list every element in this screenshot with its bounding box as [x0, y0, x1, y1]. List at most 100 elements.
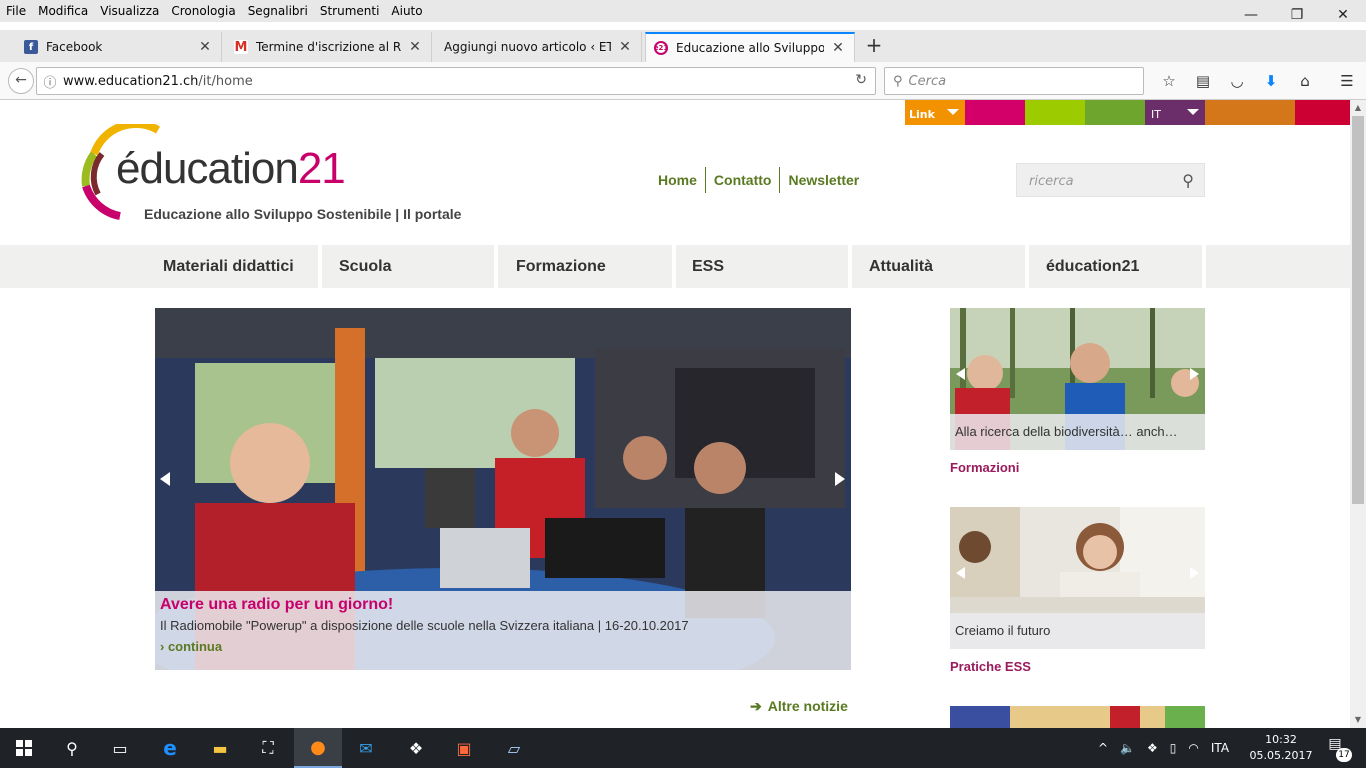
firefox-icon[interactable]: ●: [294, 728, 342, 768]
hamburger-menu-icon[interactable]: ☰: [1330, 70, 1364, 92]
pocket-icon[interactable]: ◡: [1220, 70, 1254, 92]
close-tab-icon[interactable]: ✕: [830, 40, 846, 56]
site-search-placeholder: ricerca: [1029, 174, 1074, 189]
close-tab-icon[interactable]: ✕: [407, 39, 423, 55]
tab-gmail[interactable]: M Termine d'iscrizione al Radio ✕: [226, 32, 432, 62]
bookmark-star-icon[interactable]: ☆: [1152, 70, 1186, 92]
notification-center-icon[interactable]: ▤ 17: [1322, 736, 1352, 762]
altre-notizie-link[interactable]: ➔ Altre notizie: [750, 698, 848, 715]
reload-icon[interactable]: ↻: [855, 72, 867, 88]
side-next-icon[interactable]: [1190, 368, 1199, 380]
side-label-pratiche-ess[interactable]: Pratiche ESS: [950, 659, 1031, 674]
menu-cronologia[interactable]: Cronologia: [165, 4, 241, 18]
hero-slider[interactable]: Avere una radio per un giorno! Il Radiom…: [155, 308, 851, 670]
dropbox-icon[interactable]: ❖: [392, 728, 440, 768]
new-tab-icon[interactable]: +: [862, 34, 886, 58]
home-icon[interactable]: ⌂: [1288, 70, 1322, 92]
side-prev-icon[interactable]: [956, 567, 965, 579]
clock[interactable]: 10:32 05.05.2017: [1248, 732, 1314, 764]
color-tab-red[interactable]: [1295, 100, 1350, 125]
search-icon[interactable]: ⚲: [48, 728, 96, 768]
chevron-up-icon[interactable]: ^: [1098, 741, 1108, 755]
side-card-caption: Alla ricerca della biodiversità… anch…: [950, 414, 1205, 450]
menu-modifica[interactable]: Modifica: [32, 4, 94, 18]
color-tab-orange[interactable]: [1205, 100, 1295, 125]
hero-continue-link[interactable]: › continua: [160, 639, 846, 654]
altre-notizie-label: Altre notizie: [767, 698, 848, 714]
nav-ess[interactable]: ESS: [684, 245, 848, 288]
window-controls: — ❐ ✕: [1228, 0, 1366, 30]
side-card-pratiche-ess[interactable]: Creiamo il futuro: [950, 507, 1205, 649]
link-dropdown[interactable]: Link: [905, 100, 965, 125]
file-explorer-icon[interactable]: ▬: [196, 728, 244, 768]
language-indicator[interactable]: ITA: [1211, 741, 1229, 755]
nav-formazione[interactable]: Formazione: [508, 245, 672, 288]
menu-strumenti[interactable]: Strumenti: [314, 4, 386, 18]
download-icon[interactable]: ⬇: [1254, 70, 1288, 92]
link-contatto[interactable]: Contatto: [706, 172, 780, 188]
windows-start-icon[interactable]: [0, 728, 48, 768]
dropbox-tray-icon[interactable]: ❖: [1147, 741, 1158, 755]
volume-icon[interactable]: 🔈: [1120, 741, 1135, 755]
hero-next-icon[interactable]: [835, 472, 845, 486]
close-tab-icon[interactable]: ✕: [197, 39, 213, 55]
notes-icon[interactable]: ▱: [490, 728, 538, 768]
side-card-partial[interactable]: [950, 706, 1205, 728]
link-home[interactable]: Home: [650, 172, 705, 188]
reading-list-icon[interactable]: ▤: [1186, 70, 1220, 92]
battery-icon[interactable]: ▯: [1170, 741, 1177, 755]
system-tray: ^ 🔈 ❖ ▯ ◠ ITA: [1092, 728, 1235, 768]
wifi-icon[interactable]: ◠: [1188, 741, 1198, 755]
scroll-thumb[interactable]: [1352, 116, 1364, 504]
menu-aiuto[interactable]: Aiuto: [385, 4, 428, 18]
side-label-formazioni[interactable]: Formazioni: [950, 460, 1019, 475]
hero-prev-icon[interactable]: [160, 472, 170, 486]
info-icon[interactable]: ⓘ: [37, 72, 63, 91]
menu-file[interactable]: File: [0, 4, 32, 18]
notification-badge: 17: [1336, 748, 1352, 762]
tab-title: Facebook: [46, 40, 103, 54]
color-tab-magenta[interactable]: [965, 100, 1025, 125]
back-icon[interactable]: ←: [8, 68, 34, 94]
store-icon[interactable]: ⛶: [244, 728, 292, 768]
language-dropdown[interactable]: IT: [1145, 100, 1205, 125]
restore-button[interactable]: ❐: [1274, 0, 1320, 30]
scroll-down-icon[interactable]: ▼: [1350, 712, 1366, 728]
nav-materiali-didattici[interactable]: Materiali didattici: [155, 245, 318, 288]
edge-icon[interactable]: e: [146, 728, 194, 768]
close-tab-icon[interactable]: ✕: [617, 39, 633, 55]
clock-date: 05.05.2017: [1249, 749, 1313, 762]
link-newsletter[interactable]: Newsletter: [780, 172, 867, 188]
powerpoint-icon[interactable]: ▣: [440, 728, 488, 768]
tab-facebook[interactable]: f Facebook ✕: [16, 32, 222, 62]
outlook-icon[interactable]: ✉: [342, 728, 390, 768]
logo-text-main: éducation: [116, 144, 299, 193]
menu-visualizza[interactable]: Visualizza: [94, 4, 165, 18]
color-tab-lime[interactable]: [1025, 100, 1085, 125]
page-scrollbar[interactable]: ▲ ▼: [1350, 100, 1366, 728]
nav-education21[interactable]: éducation21: [1038, 245, 1202, 288]
browser-search-input[interactable]: ⚲ Cerca: [884, 67, 1144, 95]
hero-title[interactable]: Avere una radio per un giorno!: [160, 596, 846, 614]
menu-segnalibri[interactable]: Segnalibri: [242, 4, 314, 18]
site-logo[interactable]: éducation21 Educazione allo Sviluppo Sos…: [80, 124, 480, 224]
color-tab-green[interactable]: [1085, 100, 1145, 125]
nav-scuola[interactable]: Scuola: [331, 245, 494, 288]
site-search-input[interactable]: ricerca ⚲: [1016, 163, 1205, 197]
url-bar[interactable]: ⓘ www.education21.ch/it/home ↻: [36, 67, 876, 95]
divider: [848, 245, 852, 288]
url-text: www.education21.ch/it/home: [63, 74, 253, 89]
gmail-icon: M: [234, 39, 248, 55]
top-links: Home Contatto Newsletter: [650, 167, 867, 193]
side-prev-icon[interactable]: [956, 368, 965, 380]
search-icon[interactable]: ⚲: [1182, 171, 1194, 190]
tab-education21[interactable]: e21 Educazione allo Sviluppo So ✕: [645, 32, 855, 62]
nav-attualita[interactable]: Attualità: [861, 245, 1025, 288]
scroll-up-icon[interactable]: ▲: [1350, 100, 1366, 116]
side-next-icon[interactable]: [1190, 567, 1199, 579]
tab-eticin[interactable]: Aggiungi nuovo articolo ‹ ETiCin ✕: [436, 32, 642, 62]
side-card-formazioni[interactable]: Alla ricerca della biodiversità… anch…: [950, 308, 1205, 450]
close-window-button[interactable]: ✕: [1320, 0, 1366, 30]
minimize-button[interactable]: —: [1228, 0, 1274, 30]
task-view-icon[interactable]: ▭: [96, 728, 144, 768]
